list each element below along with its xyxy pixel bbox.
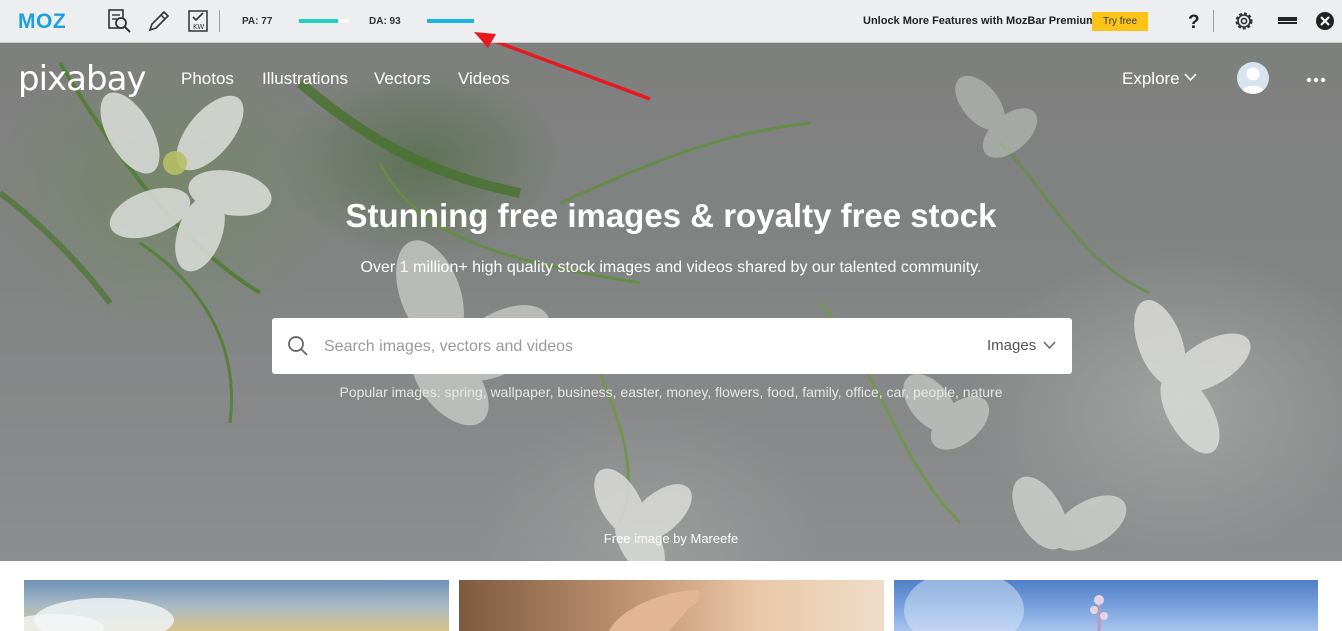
edit-pencil-icon[interactable] xyxy=(146,8,172,34)
help-icon[interactable]: ? xyxy=(1181,9,1205,33)
avatar-icon xyxy=(1241,67,1265,94)
pa-meter-fill xyxy=(299,19,338,23)
search-type-select[interactable]: Images xyxy=(987,337,1036,354)
explore-menu[interactable]: Explore xyxy=(1122,69,1180,89)
toolbar-divider xyxy=(219,10,220,32)
page-analysis-icon[interactable] xyxy=(106,8,132,34)
da-label: DA: 93 xyxy=(369,16,401,27)
flower-sky-image xyxy=(904,580,1108,631)
toolbar-divider xyxy=(1213,10,1214,32)
nav-videos[interactable]: Videos xyxy=(458,69,510,89)
pa-meter xyxy=(299,19,349,23)
pa-label: PA: 77 xyxy=(242,16,273,27)
nav-vectors[interactable]: Vectors xyxy=(374,69,431,89)
more-dots-icon[interactable] xyxy=(1306,77,1326,83)
hero-banner: pixabay Photos Illustrations Vectors Vid… xyxy=(0,43,1342,561)
hand-image xyxy=(609,590,701,631)
nav-photos[interactable]: Photos xyxy=(181,69,234,89)
gallery-thumbnail[interactable] xyxy=(894,580,1318,631)
mozbar-toolbar: MOZ KW PA: 77 DA: 93 Unlock More Feature… xyxy=(0,0,1342,43)
settings-gear-icon[interactable] xyxy=(1232,9,1256,33)
gallery-thumbnail[interactable] xyxy=(24,580,449,631)
svg-text:?: ? xyxy=(1188,12,1200,33)
avatar[interactable] xyxy=(1237,62,1269,94)
minimize-icon[interactable] xyxy=(1276,9,1300,33)
premium-promo-text: Unlock More Features with MozBar Premium xyxy=(863,15,1096,27)
image-credit[interactable]: Free image by Mareefe xyxy=(0,531,1342,546)
search-input[interactable] xyxy=(322,318,966,376)
cloud-sky-image xyxy=(24,598,174,631)
moz-logo[interactable]: MOZ xyxy=(18,10,66,34)
chevron-down-icon[interactable] xyxy=(1184,73,1197,82)
da-meter xyxy=(427,19,477,23)
pixabay-logo[interactable]: pixabay xyxy=(18,59,147,99)
flowers-background-image xyxy=(0,43,1342,561)
hero-title: Stunning free images & royalty free stoc… xyxy=(345,197,997,234)
gallery-thumbnail[interactable] xyxy=(459,580,884,631)
hero-subtitle: Over 1 million+ high quality stock image… xyxy=(360,259,982,276)
da-meter-fill xyxy=(427,19,474,23)
popular-searches[interactable]: Popular images: spring, wallpaper, busin… xyxy=(0,384,1342,400)
search-icon[interactable] xyxy=(287,335,309,357)
nav-illustrations[interactable]: Illustrations xyxy=(262,69,348,89)
try-free-button[interactable]: Try free xyxy=(1092,12,1148,31)
svg-text:KW: KW xyxy=(193,23,204,31)
annotation-arrowhead xyxy=(474,32,496,48)
close-icon[interactable] xyxy=(1313,9,1337,33)
chevron-down-icon[interactable] xyxy=(1043,341,1056,350)
keyword-checklist-icon[interactable]: KW xyxy=(186,8,212,34)
search-box: Images xyxy=(272,318,1072,376)
